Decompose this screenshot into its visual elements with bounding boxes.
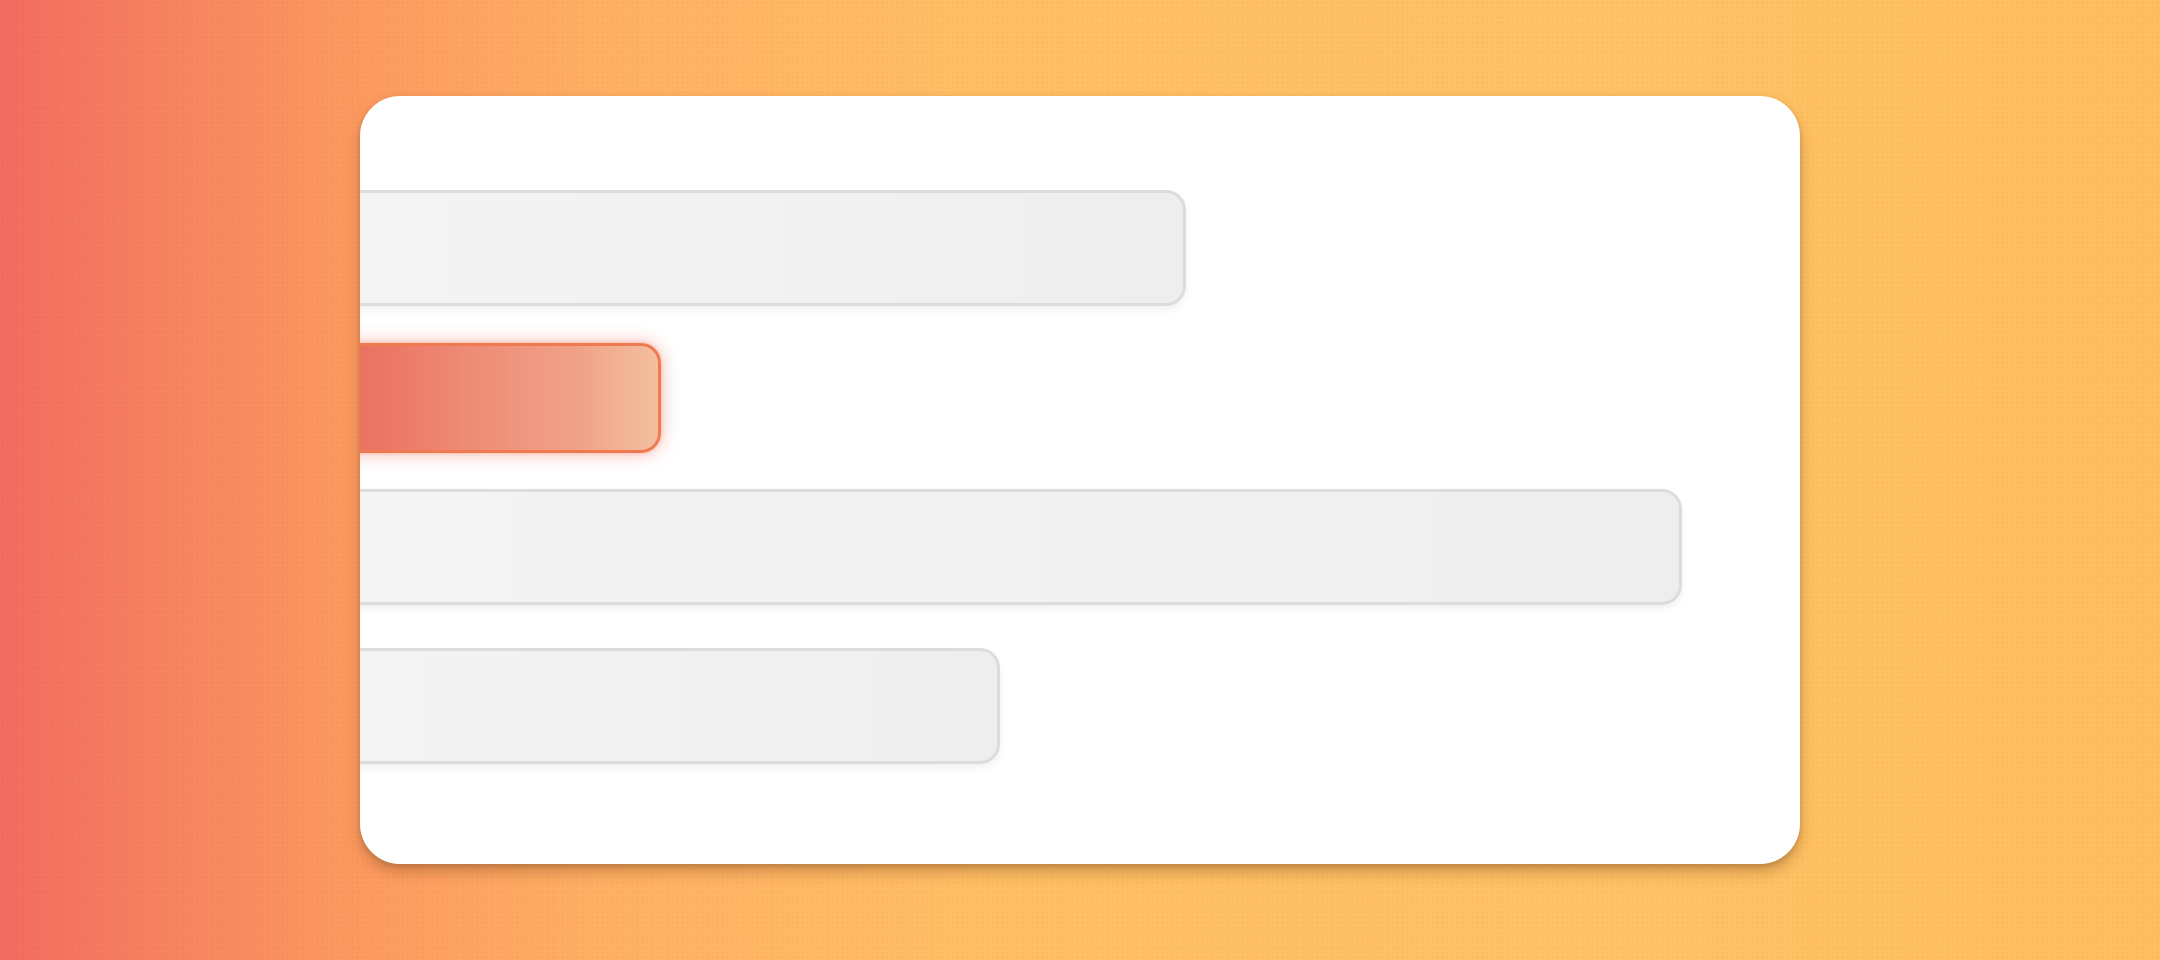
skeleton-bar-3 [360,489,1682,605]
skeleton-card [360,96,1800,864]
skeleton-bar-1 [360,190,1186,306]
highlighted-bar[interactable] [360,343,661,453]
skeleton-bar-4 [360,648,1000,764]
